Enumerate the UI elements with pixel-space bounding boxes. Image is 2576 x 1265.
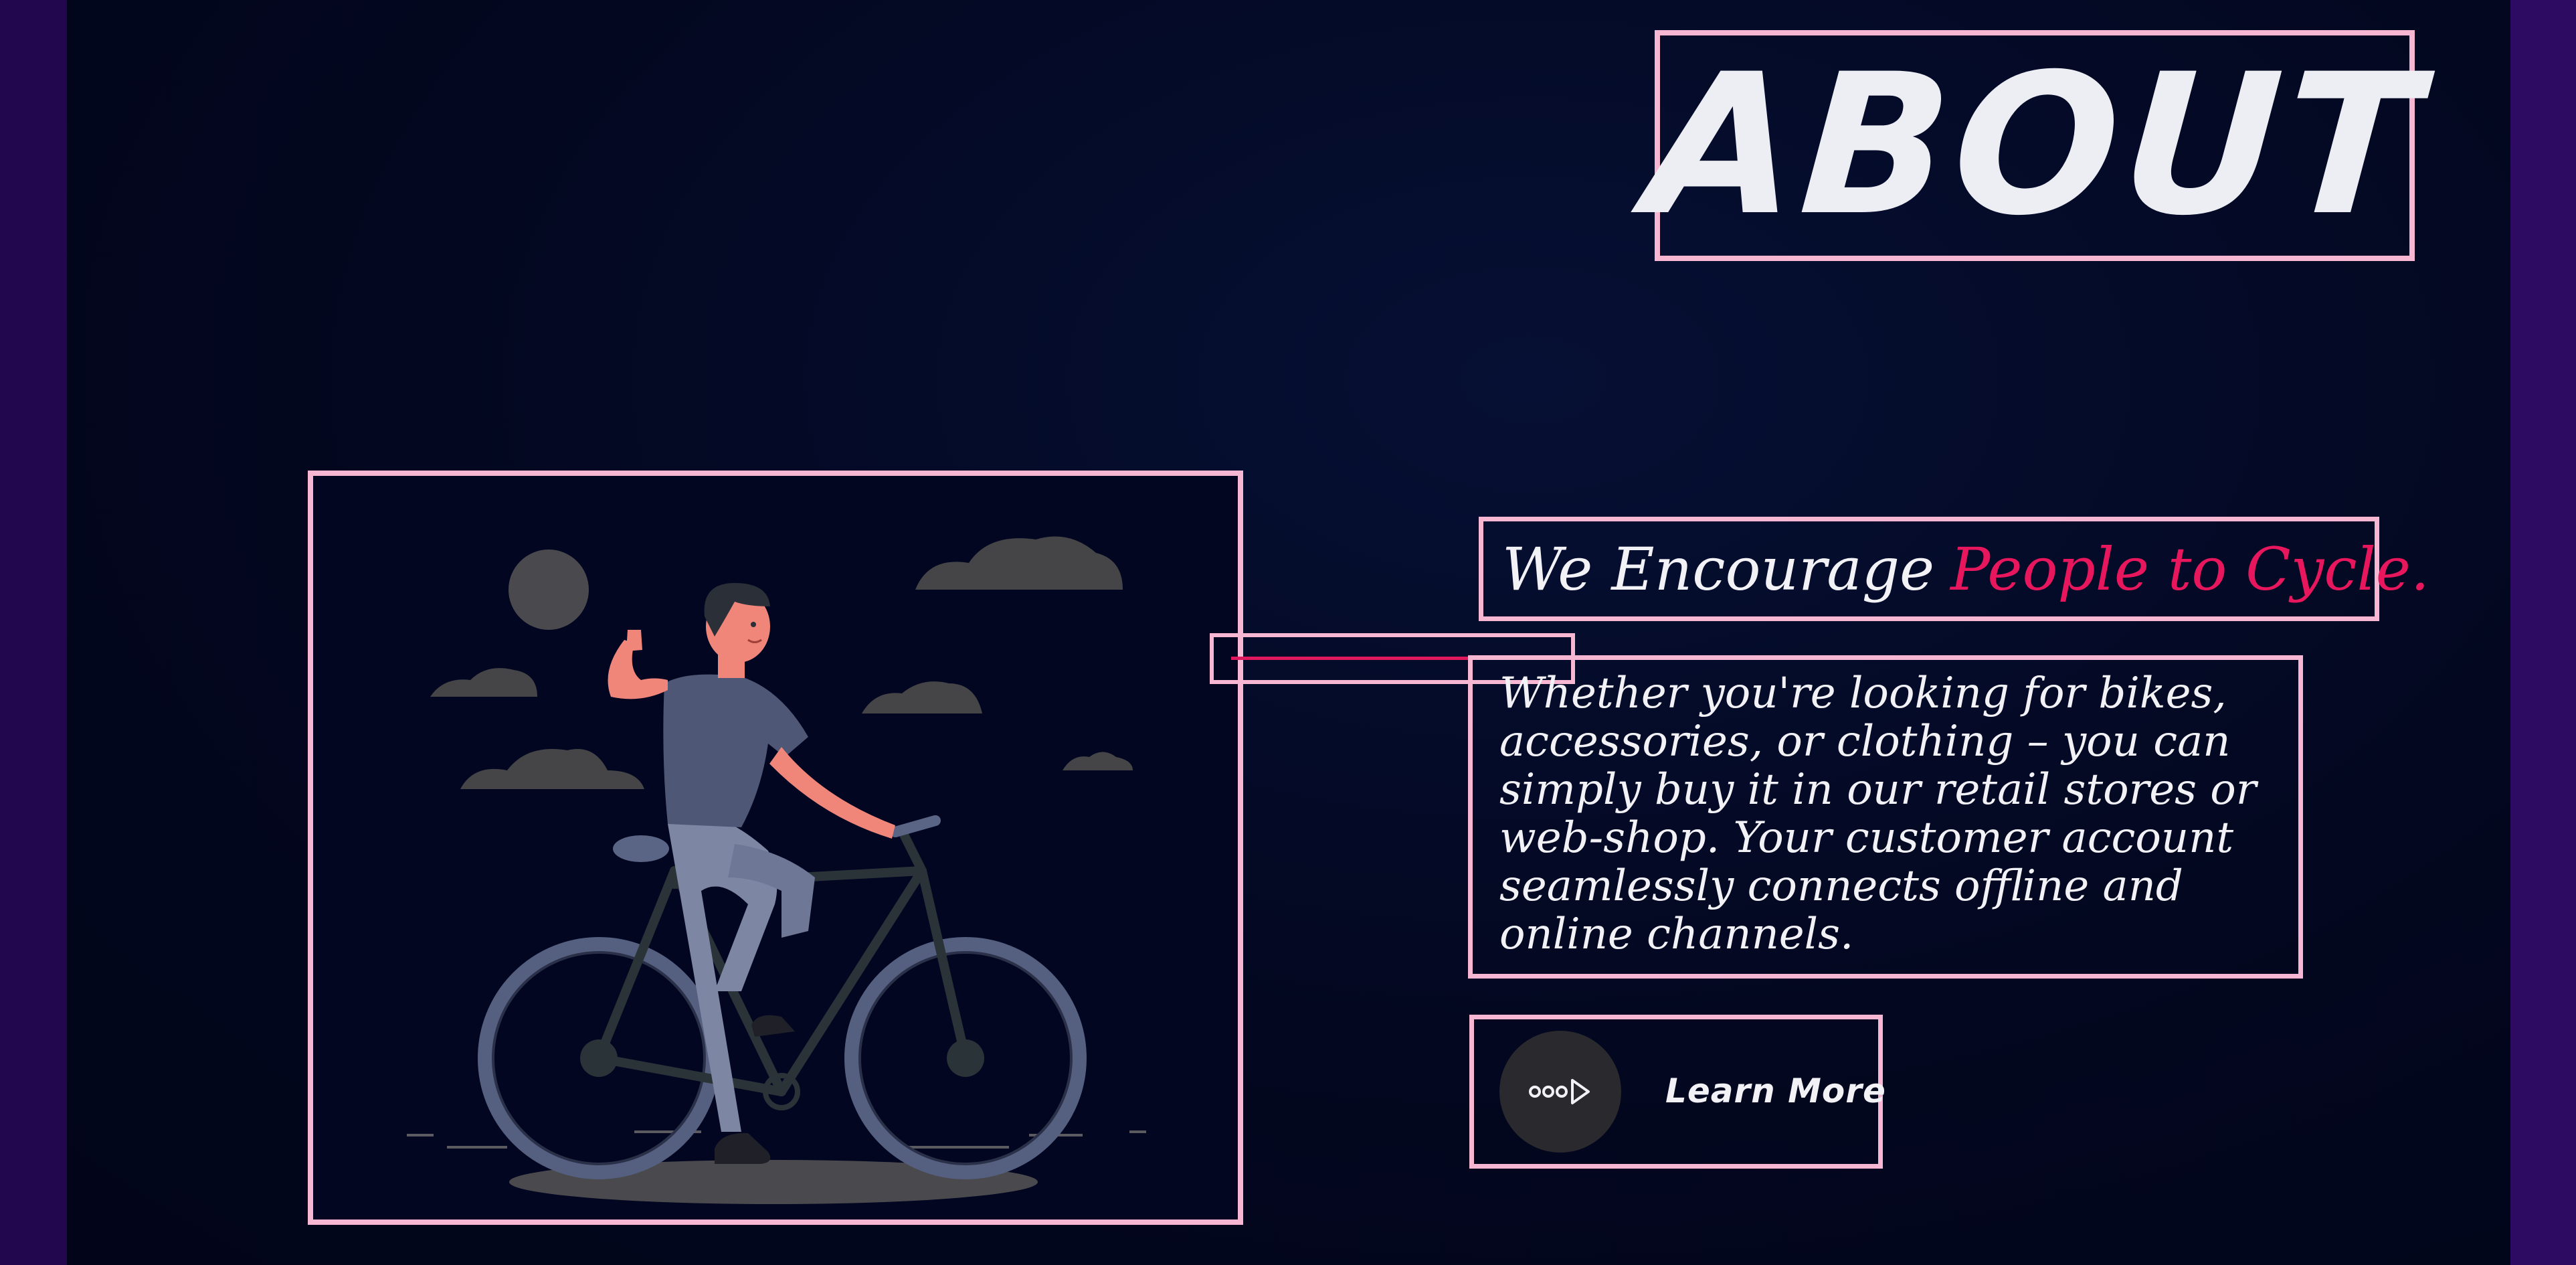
- rider-shirt: [663, 674, 808, 827]
- learn-more-button[interactable]: Learn More: [1469, 1015, 1886, 1169]
- accent-connector-line: [1231, 657, 1469, 660]
- moon-shape: [509, 550, 589, 630]
- left-edge-panel: [0, 0, 67, 1265]
- cyclist-illustration: [407, 536, 1146, 1204]
- about-description: Whether you're looking for bikes, access…: [1499, 669, 2257, 959]
- right-edge-panel: [2510, 0, 2576, 1265]
- illustration-frame: [308, 471, 1243, 1225]
- learn-more-label: Learn More: [1665, 1072, 1886, 1110]
- heading-main-text: We Encourage: [1502, 534, 1935, 604]
- section-title: ABOUT: [1640, 32, 2429, 258]
- heading-accent-text: People to Cycle.: [1950, 534, 2429, 604]
- arrow-dots-icon: [1499, 1031, 1621, 1153]
- about-description-frame: Whether you're looking for bikes, access…: [1468, 655, 2303, 979]
- section-title-frame: ABOUT: [1641, 30, 2429, 261]
- bike-wheels: [478, 937, 1087, 1179]
- about-heading: We Encourage People to Cycle.: [1479, 517, 2429, 621]
